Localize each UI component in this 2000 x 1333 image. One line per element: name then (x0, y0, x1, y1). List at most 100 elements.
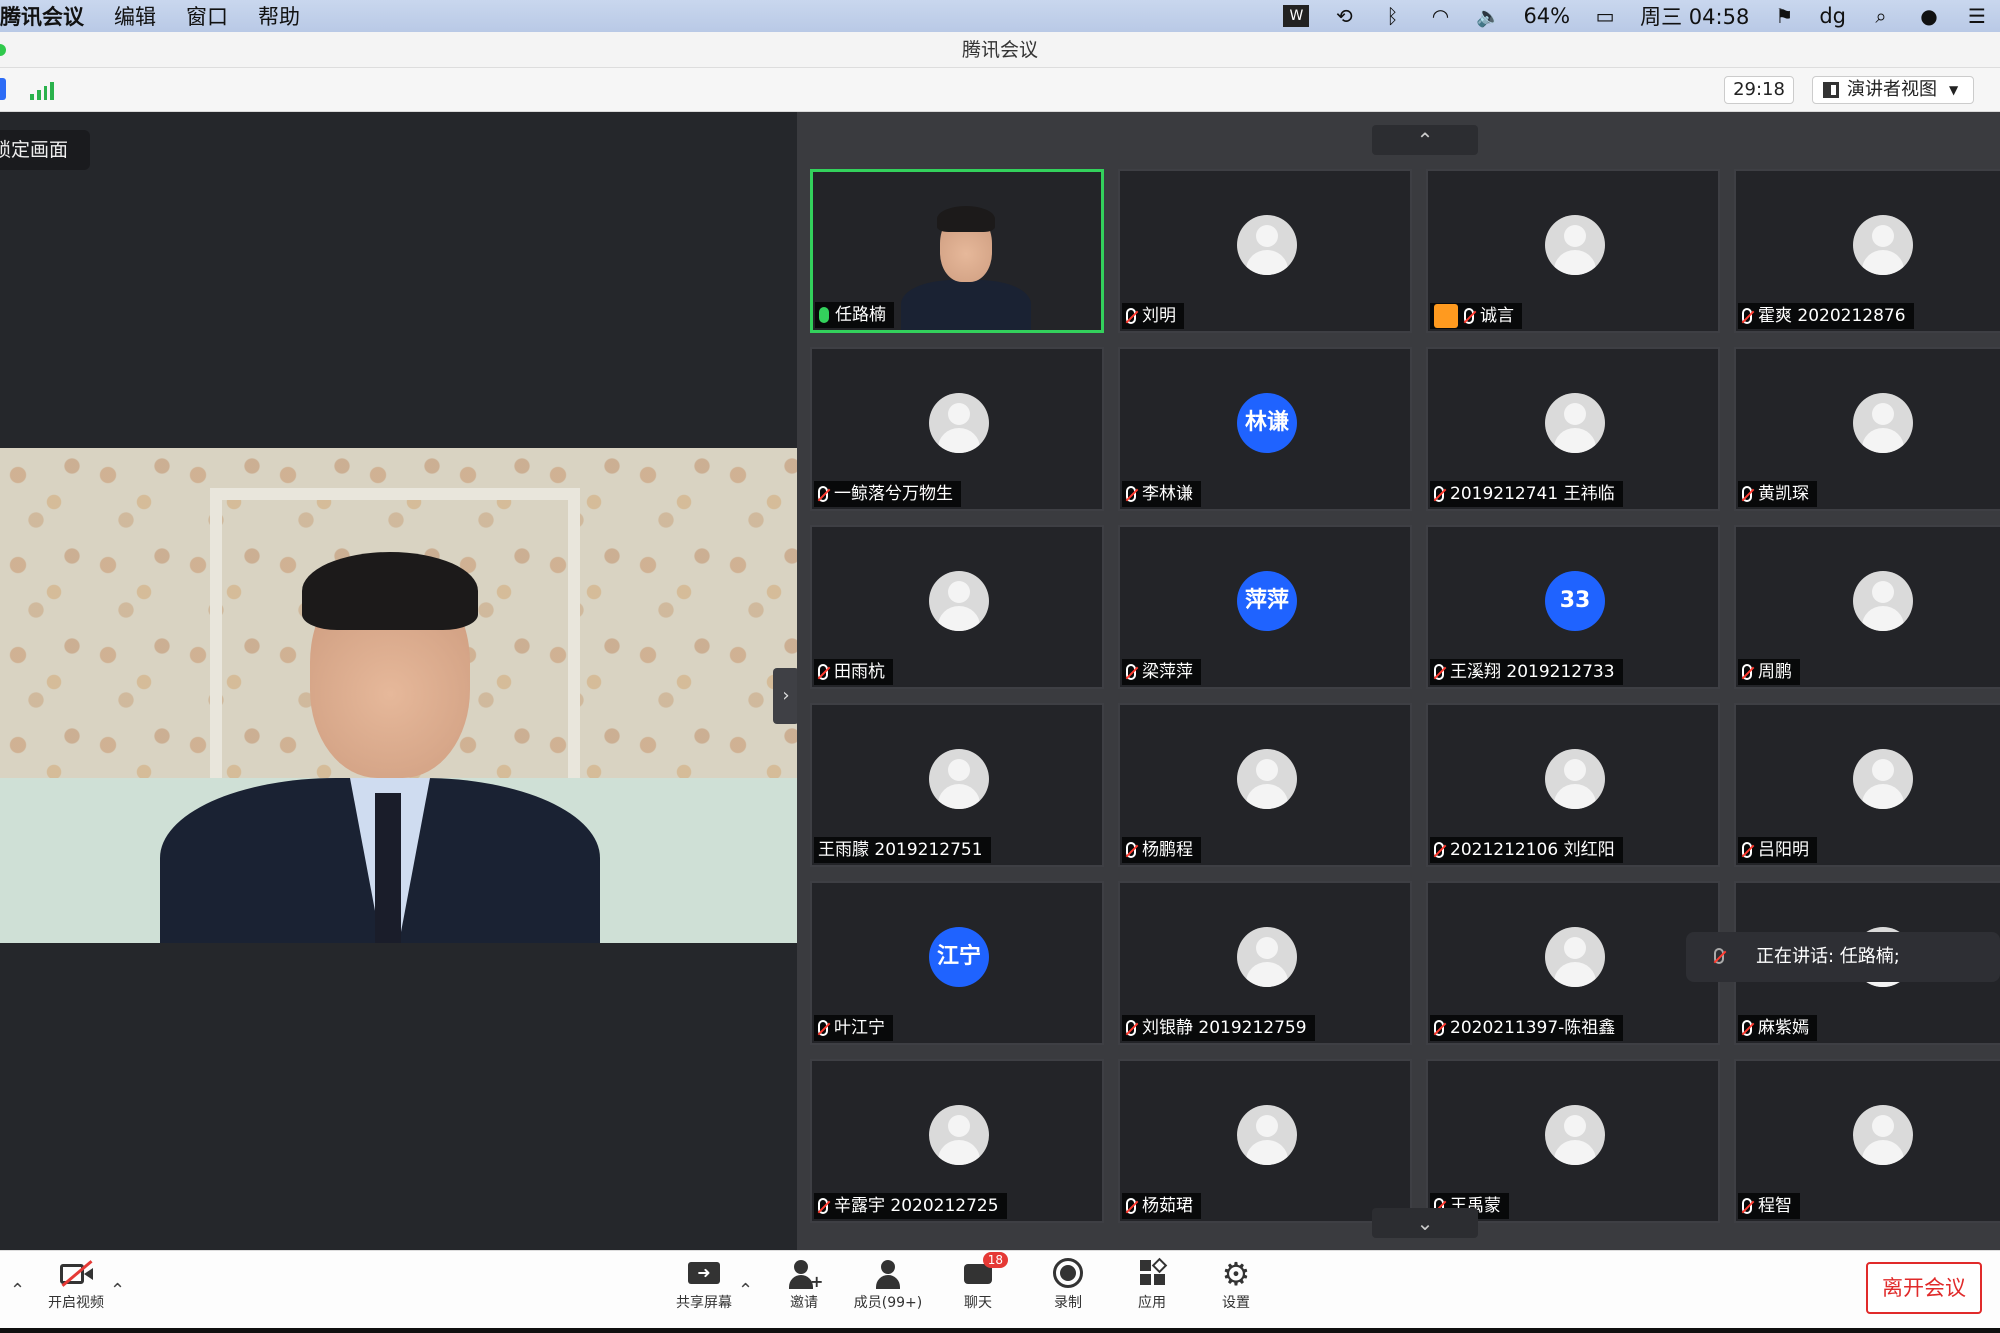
mic-options-caret-icon[interactable]: ⌃ (10, 1280, 25, 1301)
participant-tile[interactable]: 田雨杭 (810, 525, 1104, 689)
menu-edit[interactable]: 编辑 (114, 1, 156, 31)
shield-icon[interactable] (0, 78, 6, 100)
participant-tile[interactable]: 吕阳明 (1734, 703, 2000, 867)
participant-tile[interactable]: 程智 (1734, 1059, 2000, 1223)
video-options-caret-icon[interactable]: ⌃ (110, 1280, 125, 1301)
mic-muted-icon (1126, 842, 1136, 858)
participant-name-tag: 吕阳明 (1738, 837, 1817, 863)
view-mode-label: 演讲者视图 (1847, 79, 1937, 100)
participant-tile[interactable]: 黄凯琛 (1734, 347, 2000, 511)
invite-button[interactable]: + 邀请 (764, 1258, 844, 1312)
user-name[interactable]: dg (1819, 4, 1846, 28)
participant-tile[interactable]: 萍萍 梁萍萍 (1118, 525, 1412, 689)
video-off-icon (58, 1258, 94, 1290)
members-button[interactable]: 成员(99+) (848, 1258, 928, 1312)
menu-app-name[interactable]: 腾讯会议 (0, 1, 84, 31)
apps-label: 应用 (1138, 1295, 1166, 1311)
collapse-panel-button[interactable]: › (773, 668, 799, 724)
participant-name-tag: 2019212741 王祎临 (1430, 481, 1623, 507)
participant-name-tag: 杨茹珺 (1122, 1193, 1201, 1219)
screen-bottom-edge (0, 1328, 2000, 1333)
participant-name: 杨鹏程 (1142, 840, 1193, 860)
participant-initials-badge: 33 (1545, 571, 1605, 631)
view-mode-dropdown[interactable]: 演讲者视图 ▼ (1812, 76, 1974, 104)
participant-name-tag: 2021212106 刘红阳 (1430, 837, 1623, 863)
chevron-up-icon: ⌃ (1416, 128, 1434, 152)
mic-muted-icon (1742, 1020, 1752, 1036)
participant-name-tag: 一鲸落兮万物生 (814, 481, 961, 507)
menu-window[interactable]: 窗口 (186, 1, 228, 31)
participant-tile[interactable]: 霍爽 2020212876 (1734, 169, 2000, 333)
wps-icon[interactable]: W (1283, 5, 1310, 27)
volume-icon[interactable]: 🔈 (1475, 5, 1501, 27)
participant-tile[interactable]: 江宁 叶江宁 (810, 881, 1104, 1045)
participant-tile[interactable]: 诚言 (1426, 169, 1720, 333)
default-avatar-icon (1853, 393, 1913, 453)
participant-name: 李林谦 (1142, 484, 1193, 504)
default-avatar-icon (1545, 927, 1605, 987)
share-screen-button[interactable]: ➜ 共享屏幕 (664, 1258, 744, 1312)
participant-name-tag: 梁萍萍 (1122, 659, 1201, 685)
chat-unread-badge: 18 (982, 1252, 1008, 1268)
control-center-icon[interactable]: ☰ (1964, 5, 1990, 27)
share-options-caret-icon[interactable]: ⌃ (738, 1280, 753, 1301)
leave-meeting-button[interactable]: 离开会议 (1866, 1262, 1982, 1314)
window-zoom-button[interactable] (0, 44, 6, 56)
participant-tile[interactable]: 刘明 (1118, 169, 1412, 333)
record-label: 录制 (1054, 1295, 1082, 1311)
participant-tile[interactable]: 任路楠 (810, 169, 1104, 333)
participant-tile[interactable]: 林谦 李林谦 (1118, 347, 1412, 511)
participant-name-tag: 霍爽 2020212876 (1738, 303, 1914, 329)
default-avatar-icon (929, 749, 989, 809)
participant-tile[interactable]: 2019212741 王祎临 (1426, 347, 1720, 511)
network-signal-icon[interactable] (30, 80, 54, 100)
window-titlebar: 腾讯会议 (0, 32, 2000, 68)
participant-name: 辛露宇 2020212725 (834, 1196, 999, 1216)
mic-muted-icon (818, 664, 828, 680)
start-video-button[interactable]: 开启视频 (36, 1258, 116, 1312)
participant-tile[interactable]: 杨茹珺 (1118, 1059, 1412, 1223)
flag-icon[interactable]: ⚑ (1771, 5, 1797, 27)
participant-name: 田雨杭 (834, 662, 885, 682)
participant-tile[interactable]: 周鹏 (1734, 525, 2000, 689)
participant-tile[interactable]: 刘银静 2019212759 (1118, 881, 1412, 1045)
menu-bar: 腾讯会议 编辑 窗口 帮助 W ⟲ ᛒ ◠ 🔈 64% ▭ 周三 04:58 ⚑… (0, 0, 2000, 32)
participant-name-tag: 任路楠 (815, 302, 894, 328)
members-label: 成员(99+) (853, 1295, 923, 1311)
participant-tile[interactable]: 2021212106 刘红阳 (1426, 703, 1720, 867)
record-button[interactable]: 录制 (1028, 1258, 1108, 1312)
grid-scroll-up-button[interactable]: ⌃ (1372, 125, 1478, 155)
grid-scroll-down-button[interactable]: ⌄ (1372, 1208, 1478, 1238)
siri-icon[interactable]: ● (1916, 5, 1942, 27)
participant-tile[interactable]: 33 王溪翔 2019212733 (1426, 525, 1720, 689)
clock[interactable]: 周三 04:58 (1640, 1, 1749, 31)
wifi-icon[interactable]: ◠ (1427, 5, 1453, 27)
apps-button[interactable]: 应用 (1112, 1257, 1192, 1312)
settings-label: 设置 (1222, 1295, 1250, 1311)
mic-muted-icon (818, 1198, 828, 1214)
participant-tile[interactable]: 2020211397-陈祖鑫 (1426, 881, 1720, 1045)
participant-tile[interactable]: 杨鹏程 (1118, 703, 1412, 867)
settings-button[interactable]: ⚙ 设置 (1196, 1258, 1276, 1312)
participant-tile[interactable]: 王禹蒙 (1426, 1059, 1720, 1223)
default-avatar-icon (1237, 927, 1297, 987)
bluetooth-icon[interactable]: ᛒ (1379, 5, 1405, 27)
main-video[interactable] (0, 448, 797, 943)
time-machine-icon[interactable]: ⟲ (1331, 5, 1357, 27)
menu-help[interactable]: 帮助 (258, 1, 300, 31)
speaking-label: 正在讲话: 任路楠; (1756, 946, 1900, 967)
participant-tile[interactable]: 王雨朦 2019212751 (810, 703, 1104, 867)
participant-name-tag: 黄凯琛 (1738, 481, 1817, 507)
members-icon (870, 1258, 906, 1290)
battery-icon[interactable]: ▭ (1592, 5, 1618, 27)
window-title: 腾讯会议 (961, 39, 1038, 61)
participant-tile[interactable]: 一鲸落兮万物生 (810, 347, 1104, 511)
lock-view-button[interactable]: 锁定画面 (0, 130, 90, 170)
chat-button[interactable]: 18 聊天 (938, 1252, 1018, 1312)
participant-name: 2019212741 王祎临 (1450, 484, 1615, 504)
participant-tile[interactable]: 辛露宇 2020212725 (810, 1059, 1104, 1223)
search-icon[interactable]: ⌕ (1868, 5, 1894, 27)
mic-muted-icon (1126, 308, 1136, 324)
mic-muted-icon (1742, 308, 1752, 324)
chevron-right-icon: › (782, 685, 790, 706)
